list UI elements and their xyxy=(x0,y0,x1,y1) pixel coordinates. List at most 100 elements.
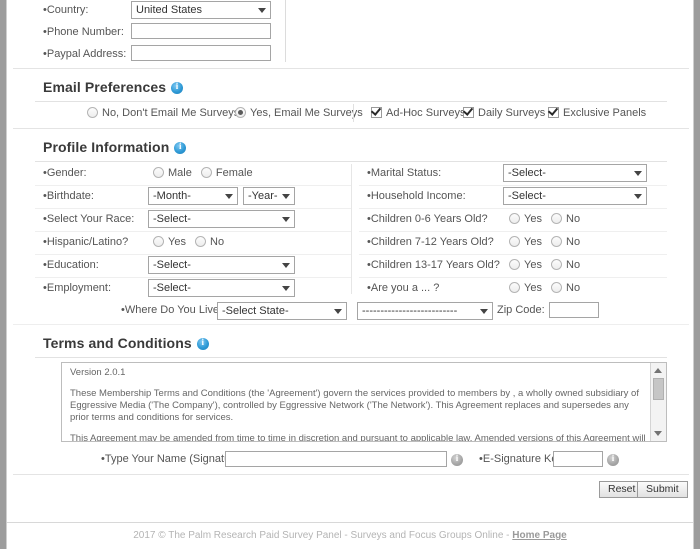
chevron-down-icon xyxy=(282,194,290,199)
email-opt-no-label: No, Don't Email Me Surveys xyxy=(102,107,240,119)
info-icon[interactable] xyxy=(607,453,619,466)
children-13-17-yes[interactable]: Yes xyxy=(509,259,542,271)
household-income-select[interactable]: -Select- xyxy=(503,187,647,205)
info-icon[interactable] xyxy=(196,337,209,350)
scroll-down-arrow-icon[interactable] xyxy=(654,431,662,436)
gender-row: •Gender: Male Female xyxy=(35,162,351,186)
phone-label: •Phone Number: xyxy=(43,26,124,38)
home-page-link[interactable]: Home Page xyxy=(512,530,566,541)
are-you-a-yes[interactable]: Yes xyxy=(509,282,542,294)
signature-name-input[interactable] xyxy=(225,451,447,467)
are-you-a-label: •Are you a ... ? xyxy=(367,282,440,294)
form-actions: Reset Submit xyxy=(13,481,689,503)
radio-icon[interactable] xyxy=(551,213,563,224)
checkbox-exclusive-panels[interactable]: Exclusive Panels xyxy=(548,107,646,119)
zip-code-input[interactable] xyxy=(549,302,599,318)
region-value: -------------------------- xyxy=(362,305,458,317)
scrollbar-thumb[interactable] xyxy=(653,378,664,400)
phone-input[interactable] xyxy=(131,23,271,39)
are-you-a-no[interactable]: No xyxy=(551,282,580,294)
radio-icon[interactable] xyxy=(509,282,520,293)
hispanic-row: •Hispanic/Latino? Yes No xyxy=(35,231,351,255)
info-icon[interactable] xyxy=(174,141,187,154)
checkbox-daily-surveys[interactable]: Daily Surveys xyxy=(463,107,545,119)
children-0-6-yes-label: Yes xyxy=(524,213,542,225)
email-opt-yes-label: Yes, Email Me Surveys xyxy=(250,107,363,119)
children-0-6-yes[interactable]: Yes xyxy=(509,213,542,225)
hispanic-option-no[interactable]: No xyxy=(195,236,224,248)
children-7-12-row: •Children 7-12 Years Old? Yes No xyxy=(359,231,667,255)
marital-status-row: •Marital Status: -Select- xyxy=(359,162,667,186)
radio-icon[interactable] xyxy=(509,259,520,270)
radio-icon[interactable] xyxy=(551,259,563,270)
radio-icon[interactable] xyxy=(195,236,207,247)
terms-scroll-box[interactable]: Version 2.0.1 These Membership Terms and… xyxy=(61,362,667,442)
scroll-up-arrow-icon[interactable] xyxy=(654,368,662,373)
education-value: -Select- xyxy=(153,259,191,271)
are-you-a-no-label: No xyxy=(566,282,581,294)
paypal-row: •Paypal Address: xyxy=(13,44,689,66)
email-opt-no[interactable]: No, Don't Email Me Surveys xyxy=(87,107,239,119)
hispanic-label: •Hispanic/Latino? xyxy=(43,236,129,248)
chevron-down-icon xyxy=(634,194,642,199)
children-7-12-yes[interactable]: Yes xyxy=(509,236,542,248)
footer-text-wrap: 2017 © The Palm Research Paid Survey Pan… xyxy=(7,523,693,541)
country-select[interactable]: United States xyxy=(131,1,271,19)
birthdate-year-select[interactable]: -Year- xyxy=(243,187,295,205)
terms-text: Version 2.0.1 These Membership Terms and… xyxy=(70,367,646,441)
household-income-value: -Select- xyxy=(508,190,546,202)
household-income-row: •Household Income: -Select- xyxy=(359,185,667,209)
divider xyxy=(13,474,689,475)
state-select[interactable]: -Select State- xyxy=(217,302,347,320)
checkbox-adhoc-surveys[interactable]: Ad-Hoc Surveys xyxy=(371,107,465,119)
divider xyxy=(353,104,354,122)
submit-button[interactable]: Submit xyxy=(637,481,688,498)
radio-icon[interactable] xyxy=(87,107,98,118)
children-0-6-no[interactable]: No xyxy=(551,213,580,225)
profile-grid: •Gender: Male Female •Birthdate: -Month-… xyxy=(13,162,689,298)
children-7-12-no-label: No xyxy=(566,236,581,248)
birthdate-row: •Birthdate: -Month- -Year- xyxy=(35,185,351,209)
children-7-12-no[interactable]: No xyxy=(551,236,580,248)
radio-icon[interactable] xyxy=(509,213,520,224)
education-select[interactable]: -Select- xyxy=(148,256,295,274)
paypal-input[interactable] xyxy=(131,45,271,61)
children-13-17-no[interactable]: No xyxy=(551,259,580,271)
terms-heading: Terms and Conditions xyxy=(13,325,689,357)
chevron-down-icon xyxy=(480,309,488,314)
radio-icon[interactable] xyxy=(551,236,563,247)
marital-status-select[interactable]: -Select- xyxy=(503,164,647,182)
gender-option-female[interactable]: Female xyxy=(200,167,253,179)
race-select[interactable]: -Select- xyxy=(148,210,295,228)
employment-select[interactable]: -Select- xyxy=(148,279,295,297)
info-icon[interactable] xyxy=(451,453,463,466)
info-icon[interactable] xyxy=(171,81,184,94)
radio-icon[interactable] xyxy=(235,107,246,118)
signature-key-input[interactable] xyxy=(553,451,603,467)
birthdate-month-select[interactable]: -Month- xyxy=(148,187,238,205)
email-opt-yes[interactable]: Yes, Email Me Surveys xyxy=(235,107,363,119)
region-select[interactable]: -------------------------- xyxy=(357,302,493,320)
radio-icon[interactable] xyxy=(200,167,212,178)
education-row: •Education: -Select- xyxy=(35,254,351,278)
terms-scrollbar[interactable] xyxy=(650,363,666,441)
email-preferences-heading: Email Preferences xyxy=(13,69,689,101)
checkbox-icon[interactable] xyxy=(548,107,559,118)
radio-icon[interactable] xyxy=(153,167,164,178)
children-0-6-row: •Children 0-6 Years Old? Yes No xyxy=(359,208,667,232)
checkbox-icon[interactable] xyxy=(371,107,382,118)
children-13-17-label: •Children 13-17 Years Old? xyxy=(367,259,500,271)
radio-icon[interactable] xyxy=(509,236,520,247)
hispanic-option-yes[interactable]: Yes xyxy=(153,236,186,248)
radio-icon[interactable] xyxy=(153,236,164,247)
country-label: •Country: xyxy=(43,4,89,16)
chevron-down-icon xyxy=(282,263,290,268)
column-divider xyxy=(351,164,352,294)
form-container: •Country: United States •Phone Number: •… xyxy=(13,0,689,503)
are-you-a-row: •Are you a ... ? Yes No xyxy=(359,277,667,300)
page-frame: •Country: United States •Phone Number: •… xyxy=(6,0,694,549)
residence-row: •Where Do You Live? -Select State- -----… xyxy=(13,298,689,325)
gender-option-male[interactable]: Male xyxy=(153,167,192,179)
checkbox-icon[interactable] xyxy=(463,107,474,118)
radio-icon[interactable] xyxy=(551,282,563,293)
